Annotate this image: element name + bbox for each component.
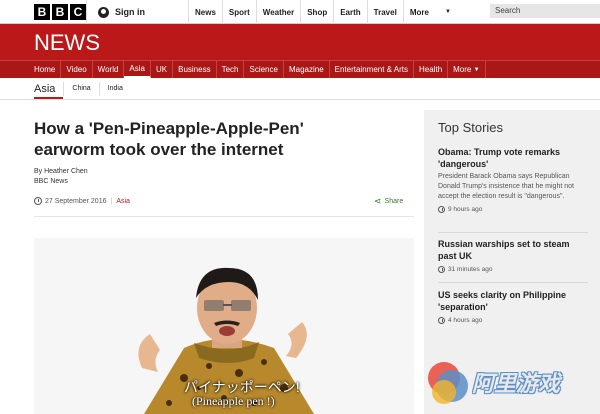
chevron-down-icon: ▼: [473, 66, 480, 73]
bbc-logo-letter: B: [34, 4, 50, 20]
search-input[interactable]: Search: [490, 4, 600, 18]
video-caption-english: (Pineapple pen !): [192, 394, 275, 408]
news-nav-uk[interactable]: UK: [151, 61, 174, 78]
nav-shop[interactable]: Shop: [300, 0, 333, 24]
news-nav-more[interactable]: More ▼: [448, 61, 486, 78]
bbc-logo-letter: B: [52, 4, 68, 20]
clock-icon: [438, 206, 445, 213]
subnav-china[interactable]: China: [63, 81, 98, 96]
bbc-logo[interactable]: B B C: [34, 4, 86, 20]
bbc-logo-letter: C: [70, 4, 86, 20]
news-nav-magazine[interactable]: Magazine: [284, 61, 330, 78]
news-nav-health[interactable]: Health: [414, 61, 449, 78]
divider: [438, 232, 588, 233]
nav-weather[interactable]: Weather: [255, 0, 300, 24]
news-nav-more-label: More: [453, 65, 472, 74]
story-title[interactable]: US seeks clarity on Philippine 'separati…: [438, 289, 588, 313]
story-title[interactable]: Obama: Trump vote remarks 'dangerous': [438, 146, 588, 170]
story-time: 4 hours ago: [438, 317, 588, 324]
story-title[interactable]: Russian warships set to steam past UK: [438, 238, 588, 262]
clock-icon: [34, 197, 42, 205]
divider: |: [110, 197, 113, 205]
share-label: Share: [384, 198, 404, 205]
story-time: 31 minutes ago: [438, 266, 588, 273]
nav-more-label: More: [409, 7, 429, 17]
nav-earth[interactable]: Earth: [333, 0, 366, 24]
news-nav-world[interactable]: World: [93, 61, 125, 78]
section-title[interactable]: Asia: [34, 79, 64, 99]
news-nav-tech[interactable]: Tech: [217, 61, 245, 78]
global-topbar: B B C Sign in News Sport Weather Shop Ea…: [0, 0, 600, 24]
article-category[interactable]: Asia: [116, 198, 130, 205]
story-time: 9 hours ago: [438, 206, 588, 213]
article-date: 27 September 2016: [45, 197, 107, 205]
global-nav: News Sport Weather Shop Earth Travel Mor…: [188, 0, 475, 24]
watermark-text: 阿里游戏: [472, 371, 561, 396]
divider: [34, 216, 414, 217]
signin-link[interactable]: Sign in: [86, 0, 186, 24]
watermark: 阿里游戏: [422, 354, 600, 414]
byline: By Heather Chen BBC News: [34, 167, 88, 187]
nav-more[interactable]: More ▼: [402, 0, 475, 24]
story-item[interactable]: Obama: Trump vote remarks 'dangerous' Pr…: [438, 146, 588, 213]
nav-sport[interactable]: Sport: [221, 0, 256, 24]
story-time-text: 4 hours ago: [448, 317, 483, 324]
article-headline: How a 'Pen-Pineapple-Apple-Pen' earworm …: [34, 119, 304, 159]
clock-icon: [438, 317, 445, 324]
news-logo[interactable]: NEWS: [34, 30, 100, 56]
divider: [438, 282, 588, 283]
dateline: 27 September 2016 | Asia: [34, 197, 130, 205]
article-video[interactable]: パイナッポーペン! (Pineapple pen !): [34, 238, 414, 414]
news-nav-science[interactable]: Science: [244, 61, 284, 78]
share-icon: ⋖: [374, 196, 382, 206]
news-nav-video[interactable]: Video: [61, 61, 93, 78]
top-stories-heading: Top Stories: [438, 120, 504, 135]
section-subnav: Asia China India: [0, 78, 600, 100]
news-nav-home[interactable]: Home: [29, 61, 62, 78]
story-time-text: 31 minutes ago: [448, 266, 493, 273]
story-item[interactable]: US seeks clarity on Philippine 'separati…: [438, 289, 588, 324]
author: By Heather Chen: [34, 168, 88, 175]
news-nav-asia[interactable]: Asia: [124, 61, 151, 78]
news-header: NEWS: [0, 24, 600, 60]
share-button[interactable]: ⋖ Share: [374, 196, 403, 207]
story-time-text: 9 hours ago: [448, 206, 483, 213]
story-summary: President Barack Obama says Republican D…: [438, 173, 574, 200]
subnav-india[interactable]: India: [98, 81, 131, 96]
signin-label: Sign in: [115, 7, 145, 17]
nav-news[interactable]: News: [188, 0, 222, 24]
source: BBC News: [34, 178, 68, 185]
news-nav-business[interactable]: Business: [173, 61, 217, 78]
news-nav-entertainment[interactable]: Entertainment & Arts: [330, 61, 415, 78]
chevron-down-icon: ▼: [444, 9, 451, 15]
nav-travel[interactable]: Travel: [366, 0, 403, 24]
user-icon: [98, 6, 109, 18]
story-item[interactable]: Russian warships set to steam past UK 31…: [438, 238, 588, 273]
news-nav: Home Video World Asia UK Business Tech S…: [0, 60, 600, 78]
watermark-logo-icon: [428, 362, 468, 404]
clock-icon: [438, 266, 445, 273]
